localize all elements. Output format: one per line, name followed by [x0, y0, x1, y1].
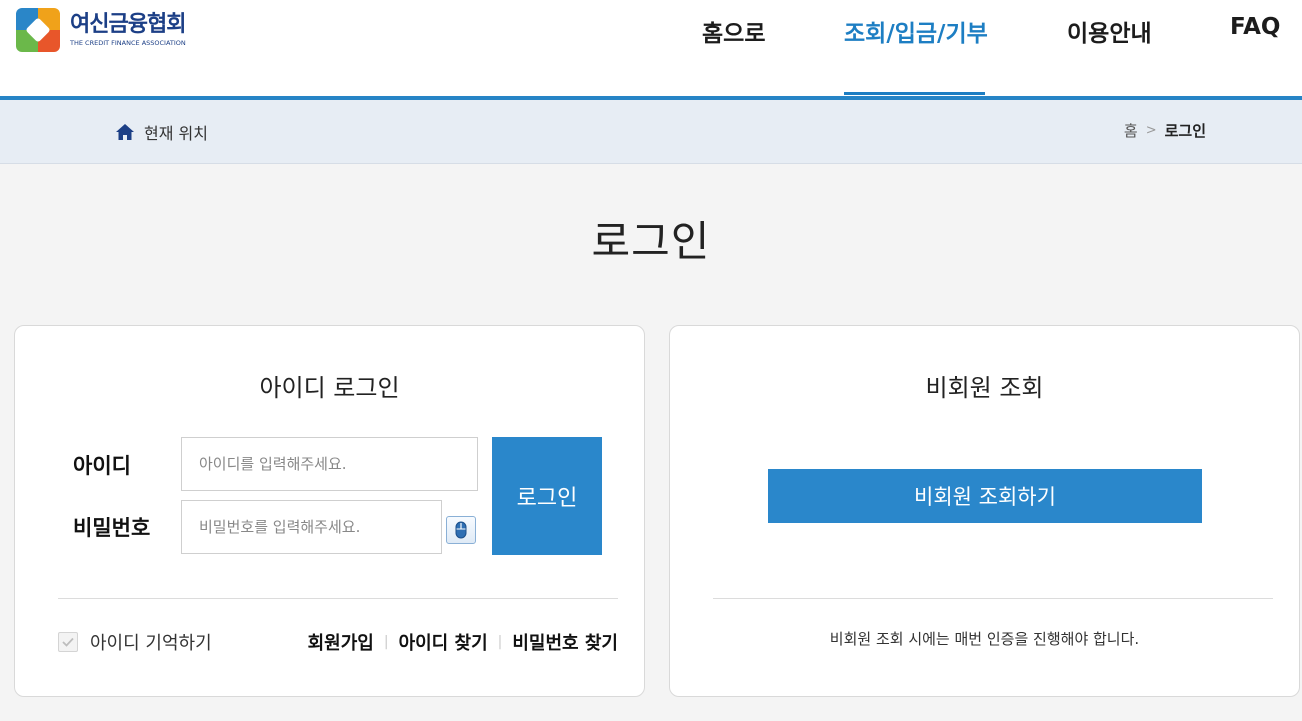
password-label: 비밀번호: [73, 516, 151, 540]
find-id-link[interactable]: 아이디 찾기: [399, 629, 488, 655]
breadcrumb-home[interactable]: 홈: [1124, 120, 1138, 141]
logo-subtext: THE CREDIT FINANCE ASSOCIATION: [70, 38, 186, 47]
virtual-keypad-button[interactable]: [446, 516, 476, 544]
remember-id-checkbox[interactable]: 아이디 기억하기: [58, 629, 212, 655]
logo[interactable]: 여신금융협회 THE CREDIT FINANCE ASSOCIATION: [16, 8, 186, 52]
id-login-title: 아이디 로그인: [259, 374, 400, 402]
check-icon: [62, 637, 74, 647]
link-separator: |: [383, 634, 389, 650]
link-separator: |: [497, 634, 503, 650]
divider: [713, 598, 1273, 599]
guest-inquiry-button[interactable]: 비회원 조회하기: [768, 469, 1202, 523]
page-title: 로그인: [591, 217, 711, 266]
location-text: 현재 위치: [144, 124, 208, 143]
account-links: 회원가입 | 아이디 찾기 | 비밀번호 찾기: [308, 629, 618, 655]
guest-inquiry-note: 비회원 조회 시에는 매번 인증을 진행해야 합니다.: [829, 630, 1140, 648]
id-login-panel: 아이디 로그인 아이디 비밀번호 로그인 아이디 기억하기 회원가입 | 아이디…: [14, 325, 645, 697]
nav-home[interactable]: 홈으로: [702, 14, 765, 48]
find-password-link[interactable]: 비밀번호 찾기: [512, 629, 618, 655]
logo-text: 여신금융협회: [70, 11, 186, 37]
mouse-icon: [455, 521, 467, 539]
signup-link[interactable]: 회원가입: [308, 629, 374, 655]
home-icon: [116, 124, 134, 140]
guest-inquiry-panel: 비회원 조회 비회원 조회하기 비회원 조회 시에는 매번 인증을 진행해야 합…: [669, 325, 1300, 697]
remember-id-label: 아이디 기억하기: [90, 633, 212, 654]
id-input[interactable]: [181, 437, 478, 491]
breadcrumb-current: 로그인: [1164, 122, 1206, 140]
nav-guide[interactable]: 이용안내: [1067, 14, 1152, 48]
logo-mark-icon: [16, 8, 60, 52]
id-label: 아이디: [73, 454, 131, 478]
checkbox[interactable]: [58, 632, 78, 652]
guest-inquiry-title: 비회원 조회: [925, 374, 1044, 402]
divider: [58, 598, 618, 599]
nav-faq[interactable]: FAQ: [1230, 14, 1280, 40]
nav-active-indicator: [844, 92, 985, 95]
breadcrumb-separator: >: [1145, 123, 1157, 138]
nav-inquiry-deposit-donation[interactable]: 조회/입금/기부: [844, 14, 988, 48]
breadcrumb: 홈 > 로그인: [1124, 120, 1206, 141]
location-label: 현재 위치: [116, 120, 208, 144]
password-input[interactable]: [181, 500, 442, 554]
site-header: 여신금융협회 THE CREDIT FINANCE ASSOCIATION 홈으…: [0, 0, 1302, 96]
login-button[interactable]: 로그인: [492, 437, 602, 555]
breadcrumb-bar: 현재 위치 홈 > 로그인: [0, 100, 1302, 164]
